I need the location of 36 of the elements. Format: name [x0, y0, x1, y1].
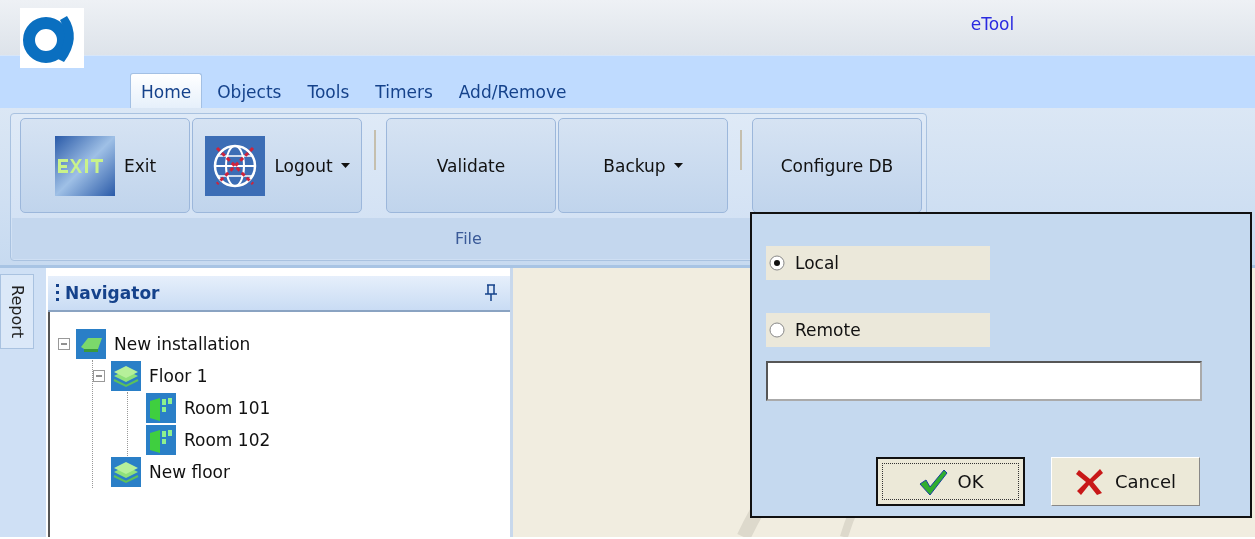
room-door-icon — [146, 425, 176, 455]
ribbon-tab[interactable]: Home — [130, 73, 203, 108]
radio-option[interactable]: Remote — [766, 313, 990, 347]
ribbon-button[interactable]: Backup — [558, 118, 728, 213]
crossed-globe-icon — [204, 134, 267, 197]
radio-option[interactable]: Local — [766, 246, 990, 280]
ribbon-button[interactable]: Logout — [192, 118, 362, 213]
dialog-button[interactable]: Cancel — [1051, 457, 1200, 506]
ribbon-button[interactable]: Exit — [20, 118, 190, 213]
ribbon-tab[interactable]: Tools — [296, 73, 361, 108]
ribbon-button[interactable]: Configure DB — [752, 118, 922, 213]
ribbon-tab[interactable]: Timers — [364, 73, 444, 108]
installation-icon — [76, 329, 106, 359]
side-tab[interactable]: Report — [0, 274, 34, 350]
window-title: eTool — [970, 14, 1015, 34]
room-door-icon — [146, 393, 176, 423]
tree-item[interactable]: New installation — [114, 334, 251, 354]
caret-icon — [673, 163, 683, 168]
exit-sign-icon — [53, 134, 116, 197]
dialog-button[interactable]: OK — [876, 457, 1025, 506]
ribbon-button[interactable]: Validate — [386, 118, 556, 213]
ribbon-tab[interactable]: Add/Remove — [447, 73, 578, 108]
tree-item[interactable]: New floor — [149, 462, 230, 482]
floor-layers-icon — [111, 361, 141, 391]
tree-item[interactable]: Floor 1 — [149, 366, 208, 386]
ribbon-tab[interactable]: Objects — [206, 73, 293, 108]
collapse-toggle-icon[interactable] — [93, 370, 105, 382]
caret-icon — [340, 163, 350, 168]
panel-title: Navigator — [65, 283, 161, 303]
input-field[interactable] — [766, 361, 1202, 401]
tree-item[interactable]: Room 102 — [184, 430, 271, 450]
floor-layers-icon — [111, 457, 141, 487]
collapse-toggle-icon[interactable] — [58, 338, 70, 350]
pin-icon[interactable] — [484, 284, 498, 302]
tree-item[interactable]: Room 101 — [184, 398, 271, 418]
grip-icon[interactable] — [56, 283, 60, 303]
